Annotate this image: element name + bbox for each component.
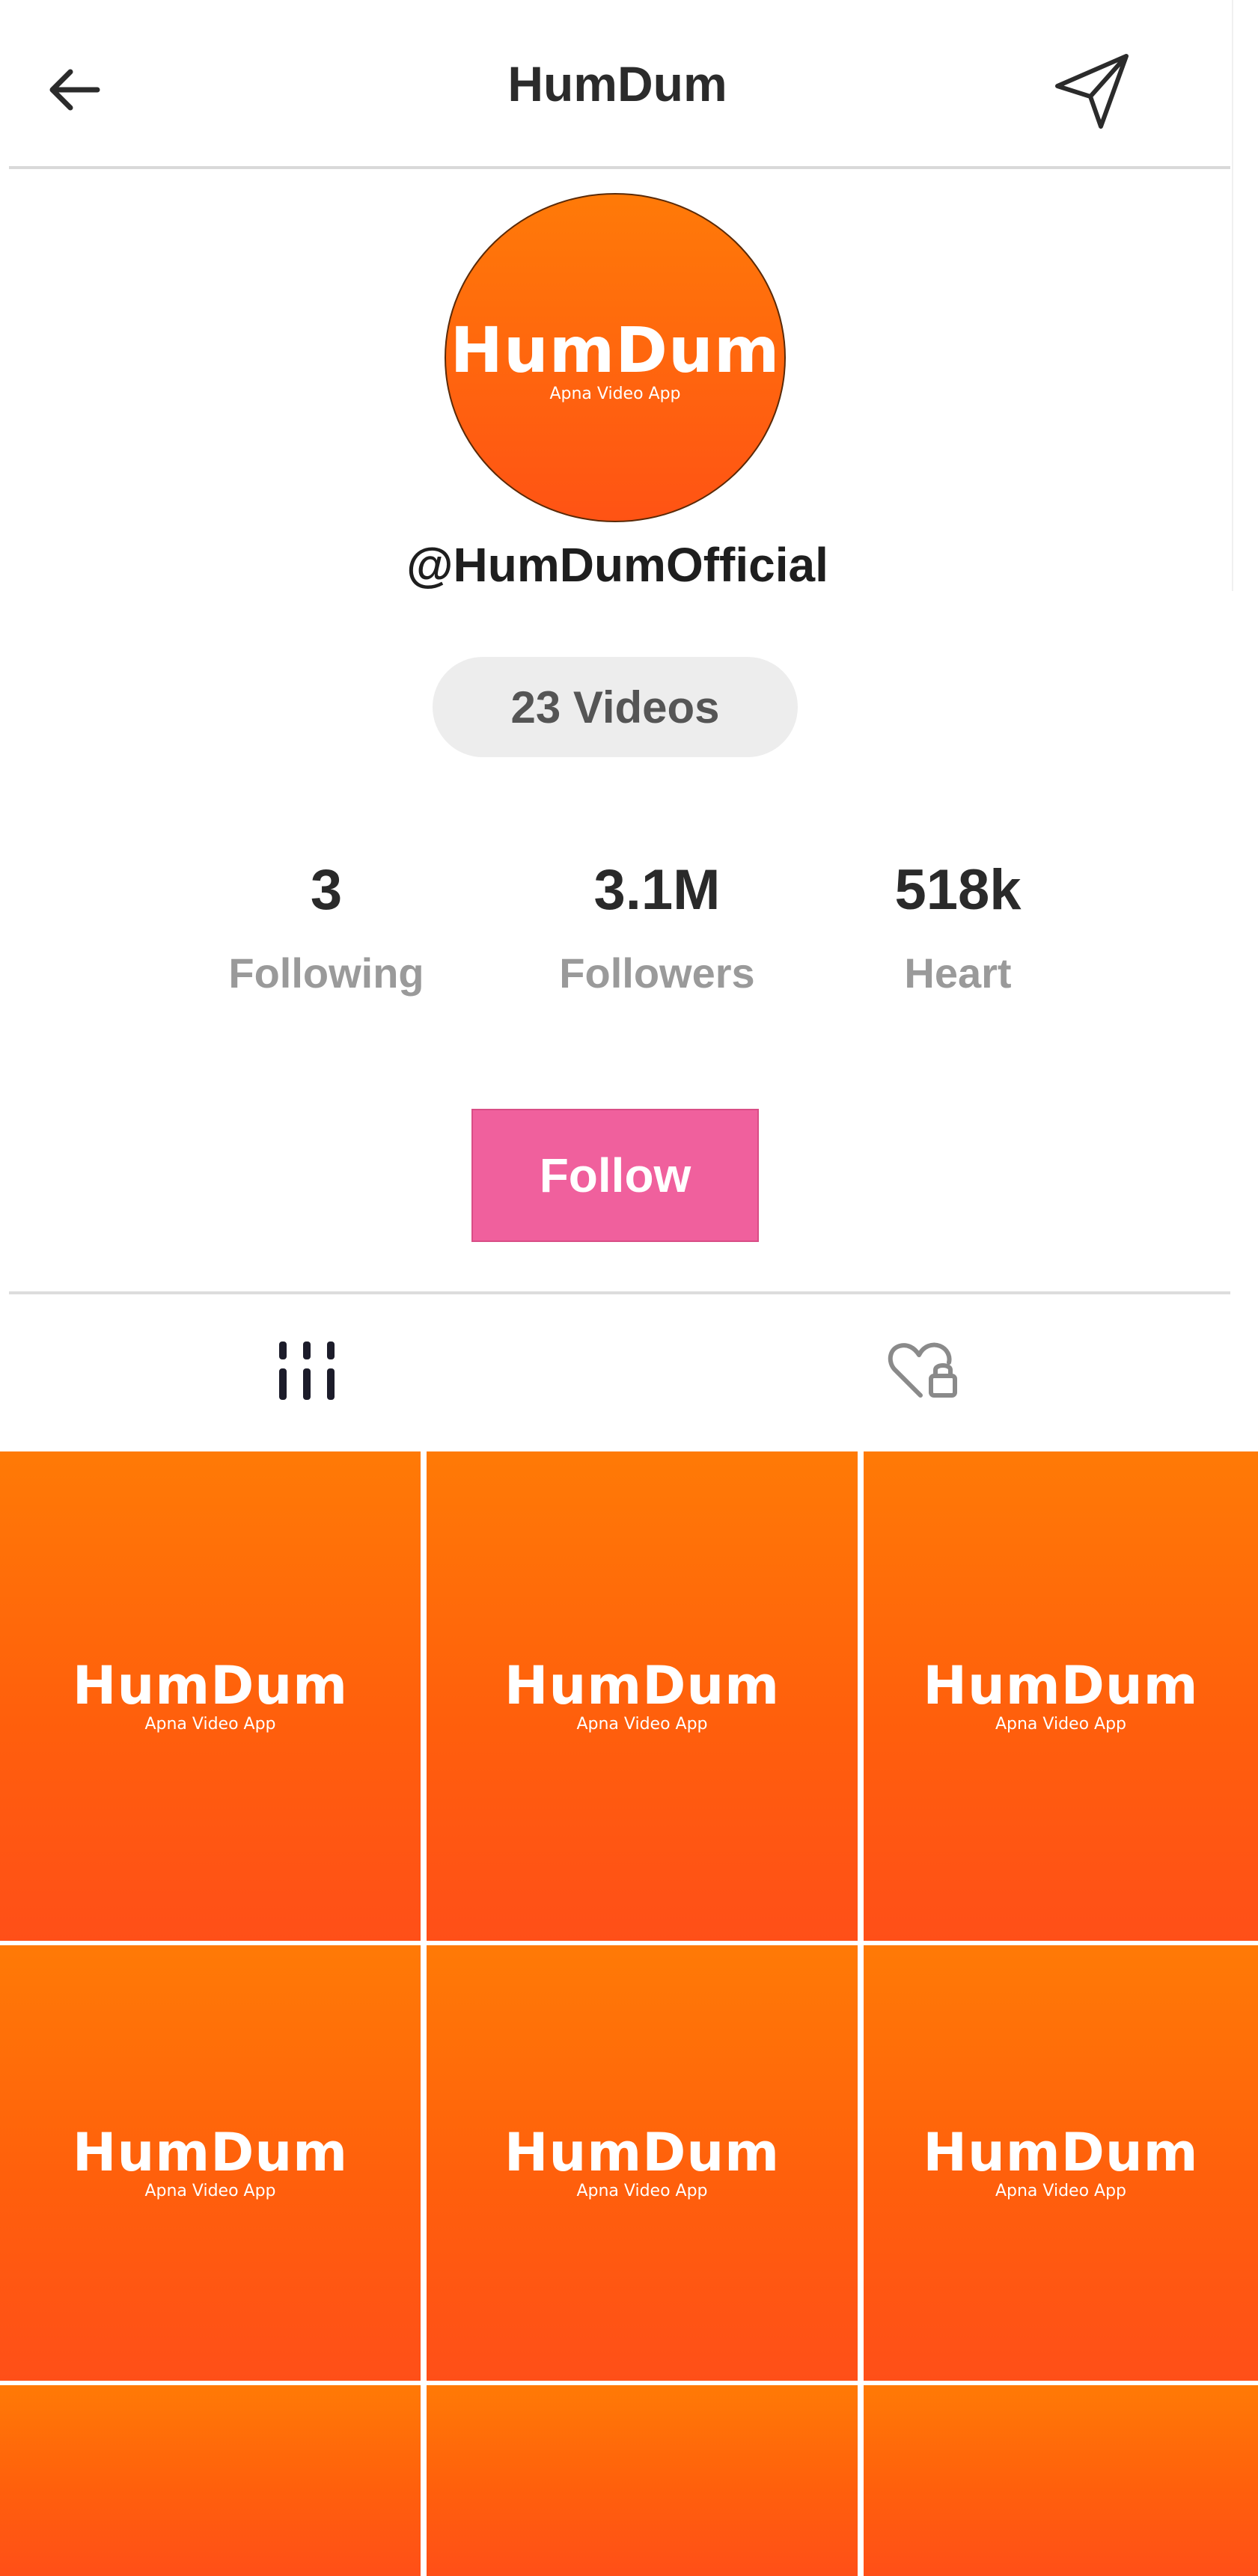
video-grid: HumDum Apna Video App HumDum Apna Video … <box>0 1451 1258 2576</box>
video-thumbnail[interactable]: HumDum Apna Video App <box>864 1451 1258 1941</box>
section-divider <box>9 1291 1230 1294</box>
video-thumbnail[interactable]: HumDum Apna Video App <box>0 1451 421 1941</box>
edge-line <box>1232 0 1233 591</box>
profile-handle: @HumDumOfficial <box>406 538 828 592</box>
stat-label: Heart <box>904 949 1012 997</box>
follow-button[interactable]: Follow <box>471 1109 759 1242</box>
video-thumbnail[interactable]: HumDum Apna Video App <box>427 1945 858 2381</box>
top-bar: HumDum <box>0 0 1258 169</box>
avatar-logo-text: HumDum <box>450 313 781 387</box>
stat-label: Following <box>228 949 424 997</box>
tab-videos[interactable] <box>239 1311 374 1431</box>
stat-value: 518k <box>894 858 1022 922</box>
heart-lock-icon <box>888 1342 957 1398</box>
video-thumbnail[interactable]: HumDum Apna Video App <box>0 1945 421 2381</box>
thumbnail-logo-text: HumDum <box>72 1655 349 1716</box>
video-thumbnail[interactable] <box>427 2385 858 2576</box>
avatar-tagline: Apna Video App <box>549 385 681 403</box>
thumbnail-logo-text: HumDum <box>72 2122 349 2183</box>
stat-followers[interactable]: 3.1M Followers <box>530 853 784 1000</box>
thumbnail-logo-text: HumDum <box>923 2122 1199 2183</box>
send-icon <box>1055 54 1129 129</box>
stat-value: 3 <box>310 858 343 922</box>
stat-following[interactable]: 3 Following <box>199 853 454 1000</box>
thumbnail-tagline: Apna Video App <box>144 2182 276 2200</box>
header-divider <box>9 166 1230 169</box>
thumbnail-tagline: Apna Video App <box>576 2182 708 2200</box>
stat-label: Followers <box>559 949 755 997</box>
thumbnail-logo-text: HumDum <box>923 1655 1199 1716</box>
thumbnail-tagline: Apna Video App <box>144 1715 276 1734</box>
thumbnail-logo-text: HumDum <box>504 2122 781 2183</box>
thumbnail-tagline: Apna Video App <box>576 1715 708 1734</box>
tab-liked-private[interactable] <box>856 1311 991 1431</box>
thumbnail-logo-text: HumDum <box>504 1655 781 1716</box>
grid-bars-icon <box>279 1341 335 1400</box>
video-thumbnail[interactable] <box>864 2385 1258 2576</box>
avatar: HumDum Apna Video App <box>445 193 786 522</box>
videos-count-badge: 23 Videos <box>433 657 798 757</box>
video-thumbnail[interactable] <box>0 2385 421 2576</box>
thumbnail-tagline: Apna Video App <box>995 1715 1127 1734</box>
share-button[interactable] <box>1048 46 1138 136</box>
thumbnail-tagline: Apna Video App <box>995 2182 1127 2200</box>
video-thumbnail[interactable]: HumDum Apna Video App <box>427 1451 858 1941</box>
video-thumbnail[interactable]: HumDum Apna Video App <box>864 1945 1258 2381</box>
stat-value: 3.1M <box>593 858 721 922</box>
stat-heart: 518k Heart <box>831 853 1085 1000</box>
